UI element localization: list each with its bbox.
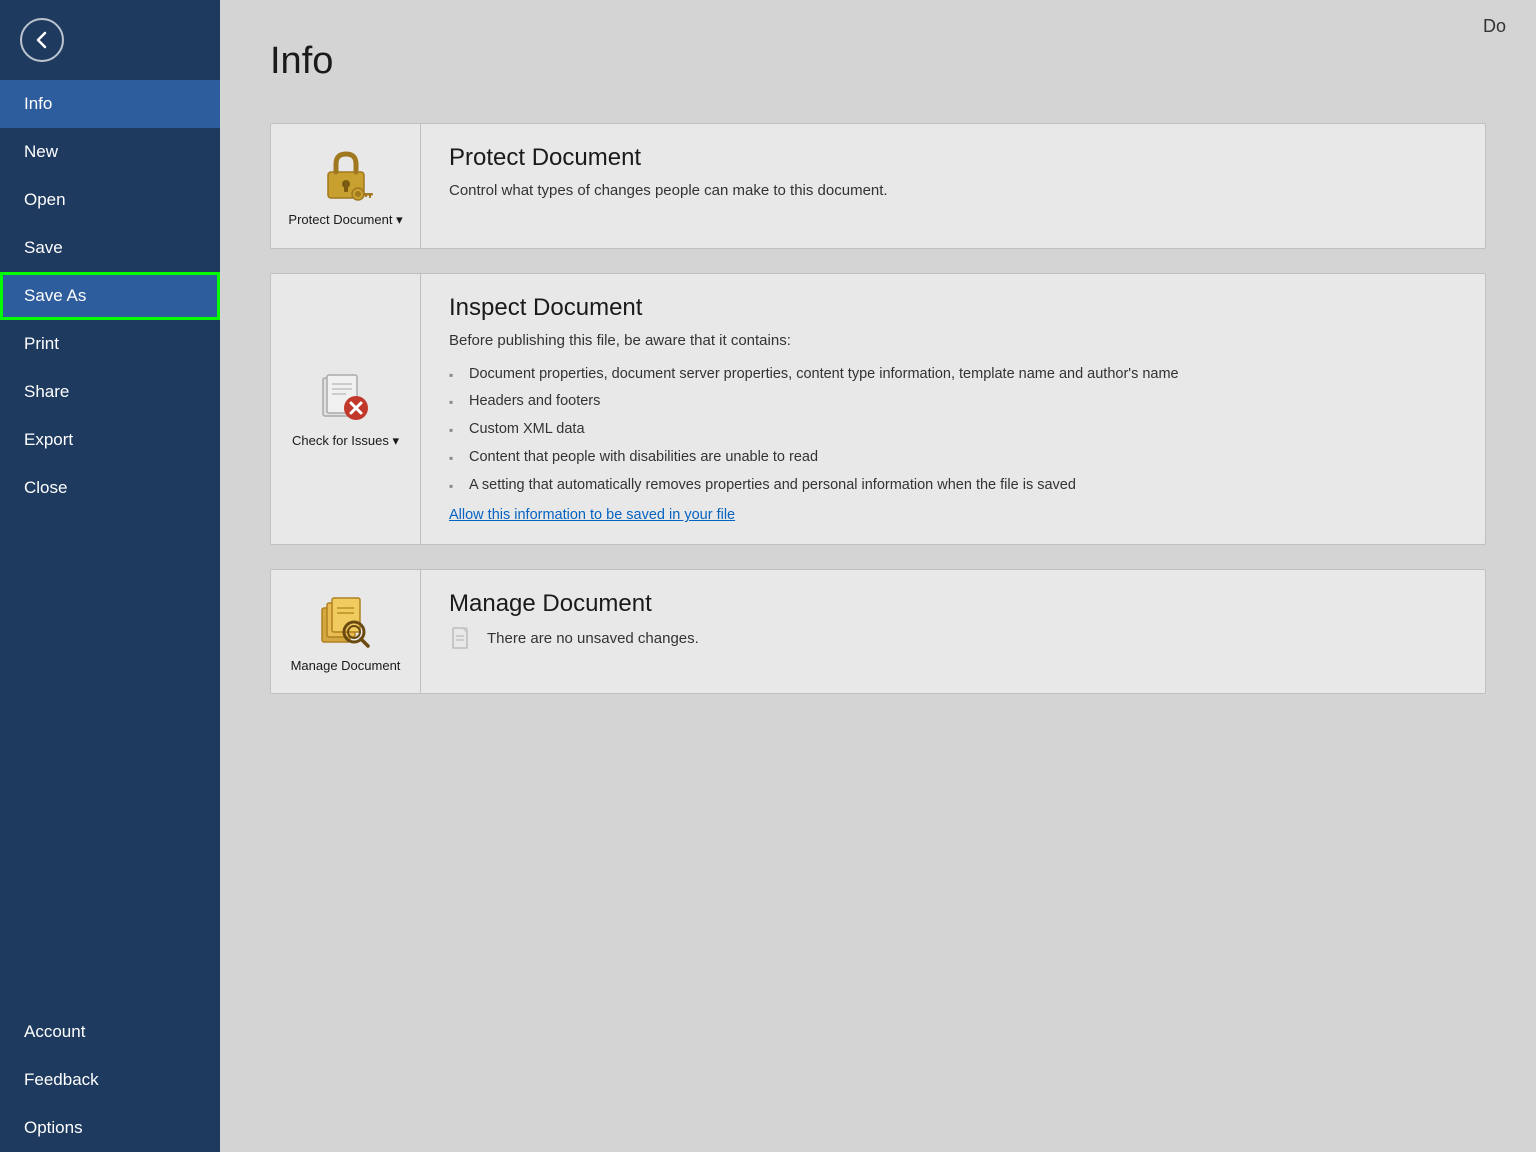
bullet-item: Document properties, document server pro… — [449, 361, 1457, 389]
unsaved-changes-icon — [449, 626, 475, 652]
manage-document-body: Manage Document There are no unsaved cha… — [421, 570, 1485, 693]
sidebar-item-share[interactable]: Share — [0, 368, 220, 416]
sidebar-item-save-as[interactable]: Save As — [0, 272, 220, 320]
protect-document-button[interactable]: Protect Document ▾ — [271, 124, 421, 248]
main-content: Info — [220, 0, 1536, 758]
bullet-item: Custom XML data — [449, 416, 1457, 444]
manage-document-desc: There are no unsaved changes. — [487, 628, 699, 651]
sidebar-item-options[interactable]: Options — [0, 1104, 220, 1152]
manage-docs-icon — [316, 590, 376, 650]
sidebar-item-account[interactable]: Account — [0, 1008, 220, 1056]
allow-info-link[interactable]: Allow this information to be saved in yo… — [449, 507, 735, 523]
sidebar-item-export[interactable]: Export — [0, 416, 220, 464]
back-arrow-icon — [32, 30, 52, 50]
bullet-item: Headers and footers — [449, 388, 1457, 416]
manage-description-row: There are no unsaved changes. — [449, 626, 1457, 652]
manage-document-card: Manage Document Manage Document There ar… — [270, 569, 1486, 694]
manage-document-label: Manage Document — [291, 658, 401, 673]
sidebar-item-close[interactable]: Close — [0, 464, 220, 512]
protect-document-body: Protect Document Control what types of c… — [421, 124, 1485, 248]
sidebar-item-feedback[interactable]: Feedback — [0, 1056, 220, 1104]
sidebar-item-print[interactable]: Print — [0, 320, 220, 368]
sidebar-item-open[interactable]: Open — [0, 176, 220, 224]
sidebar-item-new[interactable]: New — [0, 128, 220, 176]
inspect-document-title: Inspect Document — [449, 294, 1457, 322]
inspect-document-body: Inspect Document Before publishing this … — [421, 274, 1485, 544]
manage-document-title: Manage Document — [449, 590, 1457, 618]
sidebar-item-info[interactable]: Info — [0, 80, 220, 128]
check-issues-icon — [318, 370, 373, 425]
protect-document-label: Protect Document ▾ — [288, 212, 402, 228]
protect-document-desc: Control what types of changes people can… — [449, 180, 1457, 203]
document-title: Do — [1483, 16, 1506, 37]
check-for-issues-button[interactable]: Check for Issues ▾ — [271, 274, 421, 544]
back-button-area[interactable] — [0, 0, 220, 80]
back-button[interactable] — [20, 18, 64, 62]
sidebar-nav: Info New Open Save Save As Print Share E… — [0, 80, 220, 1152]
manage-document-button[interactable]: Manage Document — [271, 570, 421, 693]
bullet-item: A setting that automatically removes pro… — [449, 472, 1457, 500]
bullet-item: Content that people with disabilities ar… — [449, 444, 1457, 472]
inspect-document-before: Before publishing this file, be aware th… — [449, 330, 1457, 353]
lock-key-icon — [316, 144, 376, 204]
protect-document-title: Protect Document — [449, 144, 1457, 172]
sidebar-item-save[interactable]: Save — [0, 224, 220, 272]
inspect-bullets: Document properties, document server pro… — [449, 361, 1457, 500]
check-for-issues-label: Check for Issues ▾ — [292, 433, 399, 449]
sidebar-bottom: Account Feedback Options — [0, 1008, 220, 1152]
protect-document-card: Protect Document ▾ Protect Document Cont… — [270, 123, 1486, 249]
page-title: Info — [270, 40, 1486, 83]
inspect-document-card: Check for Issues ▾ Inspect Document Befo… — [270, 273, 1486, 545]
sidebar: Info New Open Save Save As Print Share E… — [0, 0, 220, 1152]
